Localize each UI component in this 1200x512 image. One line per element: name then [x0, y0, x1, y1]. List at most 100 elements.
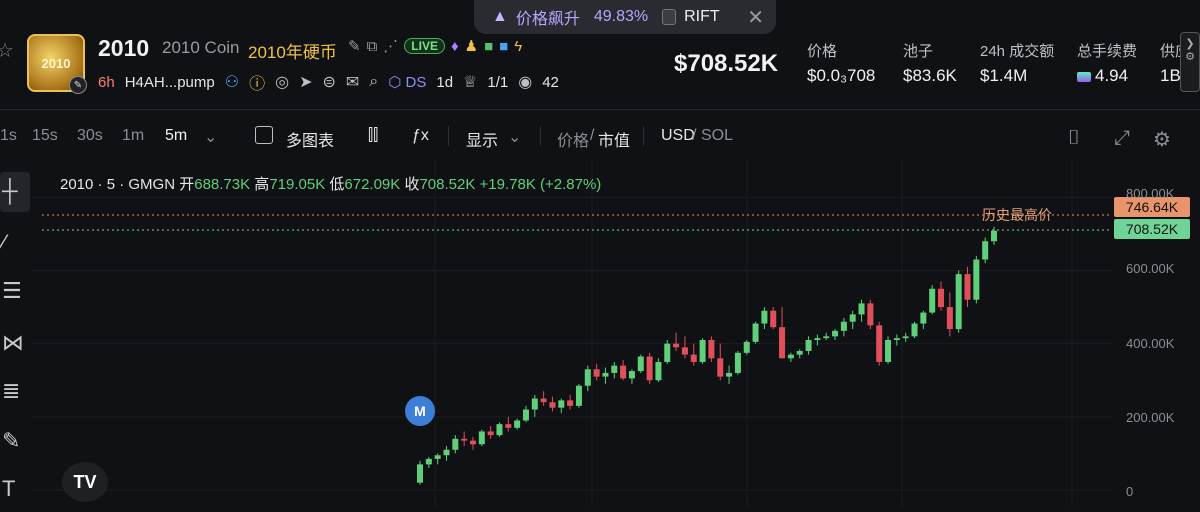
favorite-star-icon[interactable]: ☆	[0, 38, 14, 63]
trendline-icon[interactable]: ⁄	[2, 230, 6, 256]
candle[interactable]	[505, 416, 512, 432]
candle[interactable]	[620, 360, 627, 381]
live-badge[interactable]: LIVE	[404, 38, 445, 54]
candle[interactable]	[946, 292, 953, 337]
candle[interactable]	[832, 329, 839, 340]
candle[interactable]	[699, 338, 706, 364]
sol-toggle[interactable]: SOL	[701, 127, 733, 145]
candle[interactable]	[575, 383, 582, 408]
candle[interactable]	[911, 321, 918, 339]
candle[interactable]	[567, 394, 574, 410]
candle[interactable]	[770, 307, 777, 330]
candle[interactable]	[496, 422, 503, 437]
candle[interactable]	[628, 369, 635, 384]
candle[interactable]	[443, 446, 450, 461]
chevron-down-icon[interactable]: ⌄	[508, 127, 521, 147]
candle[interactable]	[805, 336, 812, 355]
candle[interactable]	[902, 332, 909, 342]
candle[interactable]	[461, 431, 468, 447]
fib-icon[interactable]: ≣	[2, 378, 20, 404]
candle[interactable]	[796, 349, 803, 359]
text-icon[interactable]: T	[2, 476, 15, 502]
candle[interactable]	[973, 255, 980, 304]
edit-icon[interactable]: ✎	[69, 76, 87, 94]
candle[interactable]	[938, 281, 945, 311]
candle[interactable]	[876, 321, 883, 366]
candle[interactable]	[708, 336, 715, 362]
multi-chart-checkbox[interactable]	[255, 126, 273, 149]
candle[interactable]	[434, 453, 441, 465]
warning-icon[interactable]: ⓘ	[249, 70, 265, 94]
candle[interactable]	[823, 332, 830, 340]
candle[interactable]	[655, 358, 662, 383]
pattern-icon[interactable]: ⋈	[2, 330, 24, 356]
telegram-icon[interactable]: ➤	[299, 72, 312, 92]
mcap-toggle[interactable]: 市值	[598, 127, 630, 151]
candle[interactable]	[593, 363, 600, 381]
candle[interactable]	[752, 321, 759, 344]
share-icon[interactable]: ⋰	[383, 37, 398, 55]
candle[interactable]	[681, 336, 688, 359]
candle-type-icon[interactable]: ⫿⫿	[368, 127, 378, 145]
candle[interactable]	[558, 398, 565, 414]
candle[interactable]	[920, 310, 927, 330]
brush-icon[interactable]: ✎	[2, 428, 20, 454]
candle[interactable]	[779, 307, 786, 359]
crosshair-icon[interactable]: ┼	[2, 178, 18, 204]
user-icon[interactable]: ⚇	[225, 72, 239, 92]
candle[interactable]	[787, 352, 794, 362]
indicators-icon[interactable]: ƒx	[412, 127, 429, 145]
candle[interactable]	[867, 299, 874, 330]
message-icon[interactable]: ■	[499, 38, 508, 55]
candle[interactable]	[522, 405, 529, 423]
candle[interactable]	[646, 352, 653, 384]
tradingview-logo[interactable]: TV	[62, 462, 108, 502]
candle[interactable]	[840, 318, 847, 337]
chevron-down-icon[interactable]: ⌄	[204, 127, 217, 147]
candle[interactable]	[452, 435, 459, 454]
candle[interactable]	[514, 418, 521, 430]
scroll-right-button[interactable]: ❯ ⚙	[1180, 32, 1200, 92]
candle[interactable]	[425, 457, 432, 469]
candle[interactable]	[726, 365, 733, 384]
candle[interactable]	[540, 391, 547, 406]
usd-toggle[interactable]: USD	[661, 127, 695, 145]
candle[interactable]	[849, 310, 856, 330]
candle[interactable]	[469, 436, 476, 450]
candle[interactable]	[982, 237, 989, 264]
edit-name-icon[interactable]: ✎	[348, 37, 361, 55]
interval-5m[interactable]: 5m	[165, 127, 187, 145]
candle[interactable]	[549, 396, 556, 412]
candle[interactable]	[858, 299, 865, 322]
close-icon[interactable]: ✕	[747, 5, 764, 30]
copy-icon[interactable]: ⧉	[367, 38, 378, 55]
settings-gear-icon[interactable]: ⚙	[1153, 127, 1171, 152]
candle[interactable]	[885, 336, 892, 364]
candle[interactable]	[734, 350, 741, 375]
interval-1m[interactable]: 1m	[122, 127, 144, 145]
candle[interactable]	[964, 266, 971, 308]
candle[interactable]	[602, 367, 609, 384]
camera-icon[interactable]: ⌷	[1068, 127, 1080, 150]
contract-address[interactable]: H4AH...pump	[125, 74, 215, 91]
candle[interactable]	[991, 226, 997, 245]
search-icon[interactable]: ⌕	[369, 73, 378, 91]
dex-screener-link[interactable]: ⬡ DS	[388, 73, 426, 91]
candle[interactable]	[673, 332, 680, 351]
horizontal-lines-icon[interactable]: ☰	[2, 278, 22, 304]
candle[interactable]	[761, 307, 768, 330]
post-icon[interactable]: ✉	[346, 72, 359, 92]
candle[interactable]	[743, 340, 750, 355]
candle[interactable]	[611, 361, 618, 379]
list-icon[interactable]: ⊜	[322, 72, 335, 92]
price-toggle[interactable]: 价格	[557, 127, 589, 151]
candle[interactable]	[417, 460, 423, 485]
candle[interactable]	[487, 425, 494, 439]
fullscreen-icon[interactable]: ⤢	[1114, 127, 1130, 150]
candle[interactable]	[584, 365, 591, 392]
lightning-icon[interactable]: ϟ	[514, 38, 522, 55]
candle[interactable]	[955, 270, 962, 333]
candle[interactable]	[637, 354, 644, 373]
website-icon[interactable]: ◎	[275, 72, 289, 92]
price-surge-toast[interactable]: ▲ 价格飙升 49.83% RIFT ✕	[474, 0, 776, 34]
